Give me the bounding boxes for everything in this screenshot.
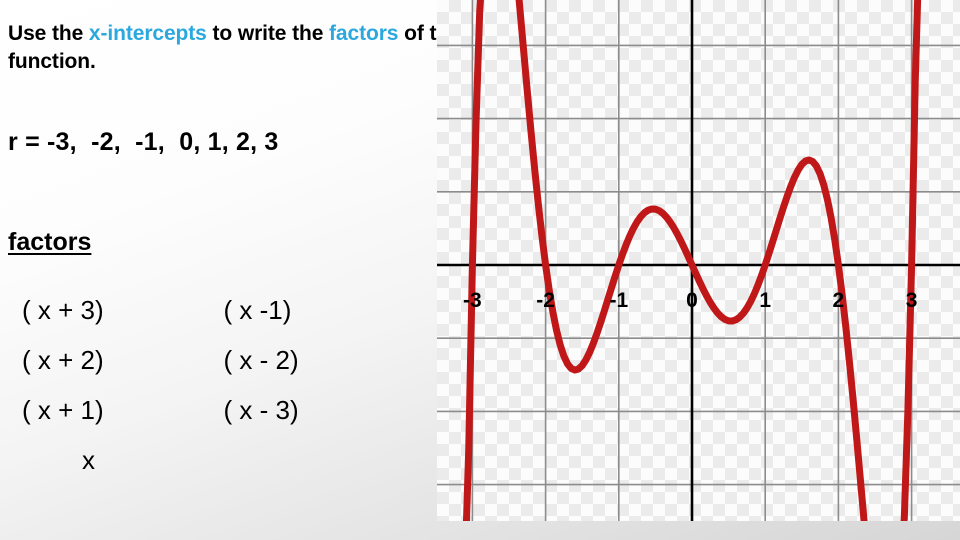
x-tick-label: 3 <box>905 289 918 312</box>
prompt-segment-1: Use the <box>8 22 89 45</box>
prompt-accent-x-intercepts: x-intercepts <box>88 22 207 45</box>
prompt-text: Use the x-intercepts to write the factor… <box>8 20 508 75</box>
grid-lines <box>437 0 960 521</box>
x-tick-label: -1 <box>609 289 629 312</box>
factor-item: ( x + 1) <box>22 395 104 425</box>
factors-column-left: ( x + 3) ( x + 2) ( x + 1) x <box>0 285 214 485</box>
factor-item: ( x - 2) <box>223 345 299 375</box>
x-tick-label: 1 <box>759 289 772 312</box>
graph-plot-area <box>437 0 960 521</box>
x-tick-label: 0 <box>686 289 698 312</box>
factor-item: ( x -1) <box>223 295 292 325</box>
factors-heading: factors <box>8 228 92 256</box>
x-tick-label: -2 <box>536 289 555 312</box>
axes <box>437 0 960 521</box>
prompt-accent-factors: factors <box>329 22 399 45</box>
prompt-segment-2: to write the <box>206 22 330 45</box>
roots-line: r = -3, -2, -1, 0, 1, 2, 3 <box>8 128 279 156</box>
factor-item: x <box>82 445 95 475</box>
factors-column-right: ( x -1) ( x - 2) ( x - 3) <box>214 285 420 485</box>
factor-item: ( x + 2) <box>22 345 104 375</box>
factors-list: ( x + 3) ( x + 2) ( x + 1) x ( x -1) ( x… <box>0 285 420 485</box>
factor-item: ( x + 3) <box>22 295 104 325</box>
slide-canvas: Use the x-intercepts to write the factor… <box>0 0 960 540</box>
x-tick-label: -3 <box>463 289 482 312</box>
factor-item: ( x - 3) <box>223 395 299 425</box>
polynomial-graph: -3 -2 -1 0 1 2 3 <box>437 0 960 521</box>
polynomial-curve <box>462 0 922 521</box>
x-tick-label: 2 <box>832 289 845 312</box>
